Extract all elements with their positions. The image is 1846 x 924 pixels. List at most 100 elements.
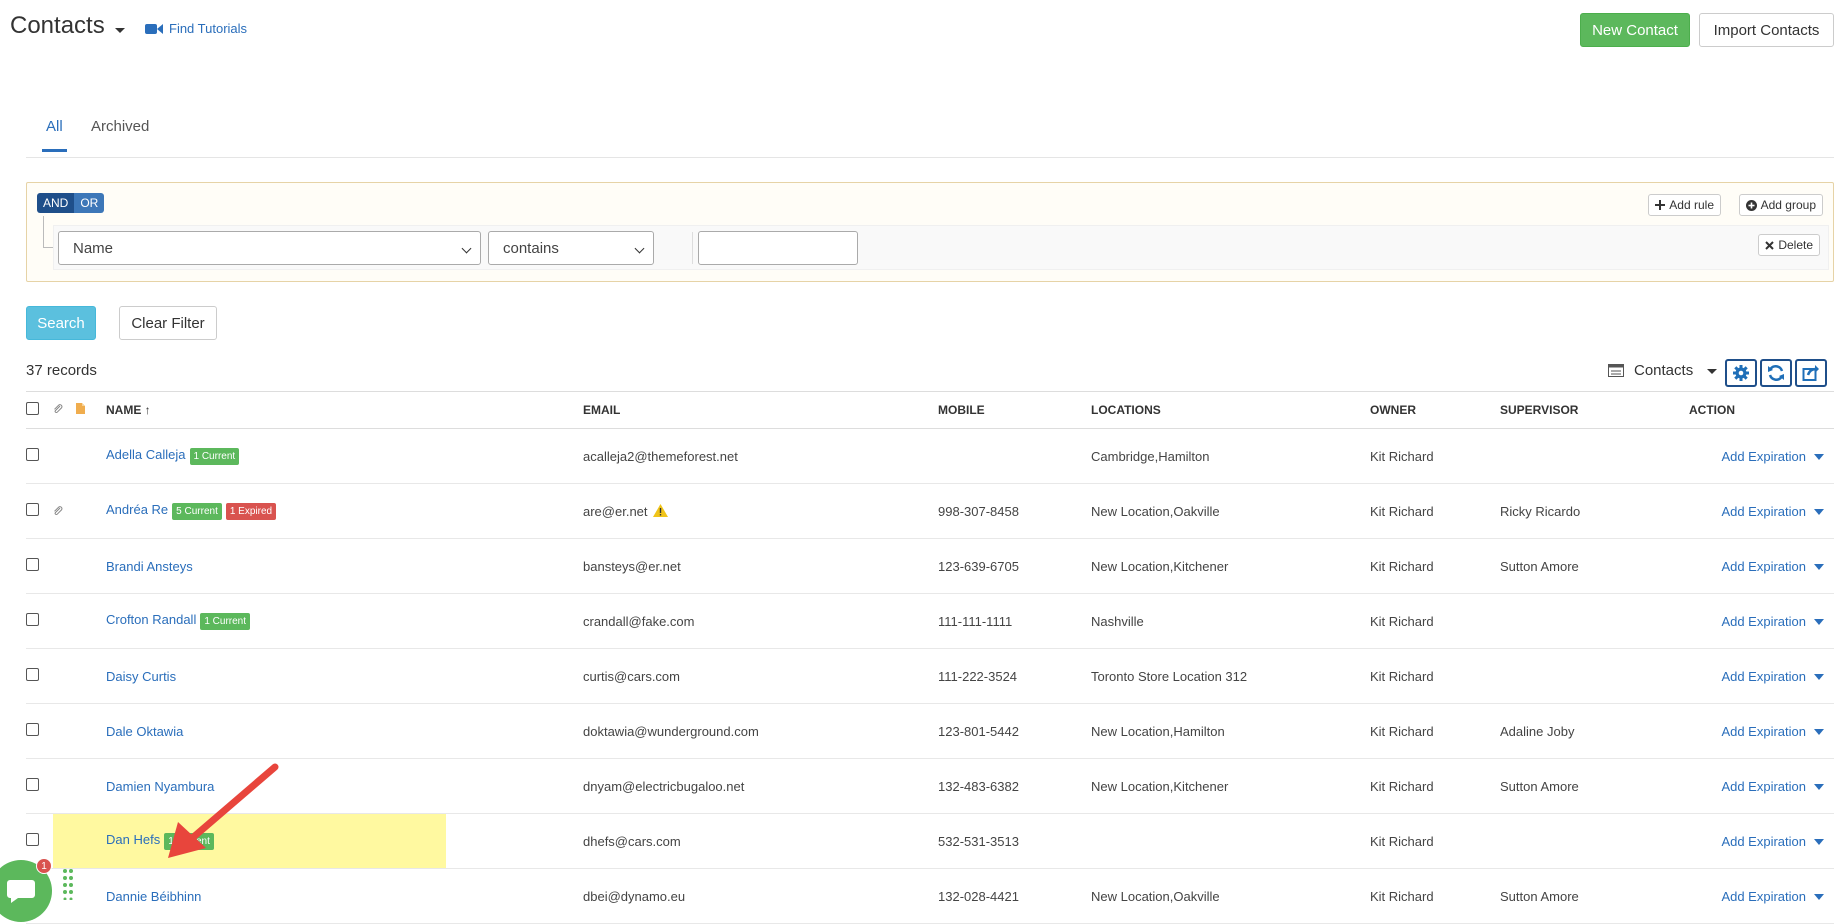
add-expiration-action[interactable]: Add Expiration — [1689, 868, 1834, 924]
chat-bubble-icon — [7, 880, 35, 903]
email-cell: doktawia@wunderground.com — [583, 703, 938, 759]
records-count: 37 records — [26, 362, 97, 379]
add-expiration-label: Add Expiration — [1721, 613, 1806, 629]
chevron-down-icon[interactable] — [1814, 454, 1824, 461]
delete-rule-button[interactable]: Delete — [1758, 234, 1820, 256]
import-contacts-button[interactable]: Import Contacts — [1699, 13, 1834, 47]
rule-connector-line — [43, 216, 53, 248]
row-checkbox[interactable] — [26, 448, 39, 461]
contact-name-link[interactable]: Damien Nyambura — [106, 779, 214, 794]
note-icon — [76, 403, 85, 414]
row-checkbox-cell — [26, 483, 53, 539]
attachment-cell — [53, 538, 76, 594]
chevron-down-icon[interactable] — [1814, 509, 1824, 516]
and-button[interactable]: AND — [37, 193, 75, 213]
chevron-down-icon[interactable] — [1814, 564, 1824, 571]
chevron-down-icon — [634, 243, 645, 254]
chevron-down-icon[interactable] — [1814, 619, 1824, 626]
email-cell: curtis@cars.com — [583, 648, 938, 704]
paperclip-icon[interactable] — [53, 505, 63, 516]
contact-name-link[interactable]: Dannie Béibhinn — [106, 889, 201, 904]
row-checkbox[interactable] — [26, 833, 39, 846]
settings-button[interactable] — [1725, 359, 1757, 387]
add-expiration-action[interactable]: Add Expiration — [1689, 813, 1834, 869]
column-header-locations[interactable]: LOCATIONS — [1091, 391, 1370, 429]
add-expiration-action[interactable]: Add Expiration — [1689, 648, 1834, 704]
row-checkbox-cell — [26, 538, 53, 594]
filter-value-input[interactable] — [698, 231, 858, 265]
contact-name-link[interactable]: Andréa Re — [106, 502, 168, 517]
mobile-cell: 111-111-1111 — [938, 593, 1091, 649]
column-header-name[interactable]: NAME ↑ — [106, 391, 583, 429]
add-expiration-action[interactable]: Add Expiration — [1689, 703, 1834, 759]
chevron-down-icon[interactable] — [1814, 839, 1824, 846]
row-checkbox[interactable] — [26, 668, 39, 681]
attachment-header — [53, 391, 76, 429]
row-checkbox[interactable] — [26, 723, 39, 736]
row-checkbox[interactable] — [26, 503, 39, 516]
contact-name-link[interactable]: Brandi Ansteys — [106, 559, 193, 574]
contact-name-link[interactable]: Adella Calleja — [106, 447, 186, 462]
contact-name-link[interactable]: Daisy Curtis — [106, 669, 176, 684]
refresh-button[interactable] — [1760, 359, 1792, 387]
add-expiration-action[interactable]: Add Expiration — [1689, 593, 1834, 649]
chevron-down-icon[interactable] — [1814, 729, 1824, 736]
operator-select-value: contains — [503, 239, 559, 257]
chevron-down-icon[interactable] — [1814, 674, 1824, 681]
add-expiration-label: Add Expiration — [1721, 888, 1806, 904]
mobile-cell: 123-639-6705 — [938, 538, 1091, 594]
locations-cell: New Location,Kitchener — [1091, 538, 1370, 594]
table-row: Dan Hefs 1 Current dhefs@cars.com 532-531… — [26, 813, 1834, 869]
chevron-down-icon[interactable] — [1814, 784, 1824, 791]
or-button[interactable]: OR — [74, 193, 105, 213]
note-cell — [76, 428, 106, 484]
operator-select[interactable]: contains — [488, 231, 654, 265]
chevron-down-icon[interactable] — [114, 27, 125, 33]
row-checkbox[interactable] — [26, 778, 39, 791]
field-select-value: Name — [73, 239, 114, 257]
contact-name-link[interactable]: Dan Hefs — [106, 832, 160, 847]
select-all-checkbox[interactable] — [26, 402, 39, 415]
add-expiration-action[interactable]: Add Expiration — [1689, 538, 1834, 594]
owner-cell: Kit Richard — [1370, 428, 1500, 484]
drag-handle-icon[interactable] — [62, 868, 74, 900]
add-expiration-action[interactable]: Add Expiration — [1689, 483, 1834, 539]
paperclip-icon — [54, 404, 63, 414]
contact-name-link[interactable]: Dale Oktawia — [106, 724, 183, 739]
add-expiration-label: Add Expiration — [1721, 558, 1806, 574]
new-contact-button[interactable]: New Contact — [1580, 13, 1690, 47]
add-expiration-action[interactable]: Add Expiration — [1689, 758, 1834, 814]
add-expiration-label: Add Expiration — [1721, 448, 1806, 464]
search-button[interactable]: Search — [26, 306, 96, 340]
locations-cell: Toronto Store Location 312 — [1091, 648, 1370, 704]
mobile-cell: 532-531-3513 — [938, 813, 1091, 869]
plus-circle-icon — [1745, 199, 1757, 211]
add-expiration-label: Add Expiration — [1721, 503, 1806, 519]
chevron-down-icon — [461, 243, 472, 254]
attachment-cell — [53, 703, 76, 759]
add-rule-button[interactable]: Add rule — [1648, 194, 1721, 216]
export-button[interactable] — [1795, 359, 1827, 387]
tab-archived[interactable]: Archived — [91, 118, 149, 149]
contact-name-link[interactable]: Crofton Randall — [106, 612, 196, 627]
add-expiration-action[interactable]: Add Expiration — [1689, 428, 1834, 484]
field-select[interactable]: Name — [58, 231, 481, 265]
add-group-button[interactable]: Add group — [1738, 194, 1823, 216]
column-header-owner[interactable]: OWNER — [1370, 391, 1500, 429]
column-header-supervisor[interactable]: SUPERVISOR — [1500, 391, 1689, 429]
row-checkbox[interactable] — [26, 558, 39, 571]
email-text: are@er.net — [583, 503, 648, 519]
find-tutorials-link[interactable]: Find Tutorials — [145, 21, 247, 36]
clear-filter-button[interactable]: Clear Filter — [119, 306, 217, 340]
email-cell: bansteys@er.net — [583, 538, 938, 594]
row-checkbox[interactable] — [26, 613, 39, 626]
supervisor-cell — [1500, 813, 1689, 869]
owner-cell: Kit Richard — [1370, 813, 1500, 869]
chevron-down-icon[interactable] — [1814, 894, 1824, 901]
column-header-action: ACTION — [1689, 391, 1834, 429]
view-select[interactable]: Contacts — [1608, 362, 1718, 379]
column-header-email[interactable]: EMAIL — [583, 391, 938, 429]
tab-all[interactable]: All — [42, 118, 67, 152]
column-header-mobile[interactable]: MOBILE — [938, 391, 1091, 429]
page-title[interactable]: Contacts — [10, 12, 125, 40]
